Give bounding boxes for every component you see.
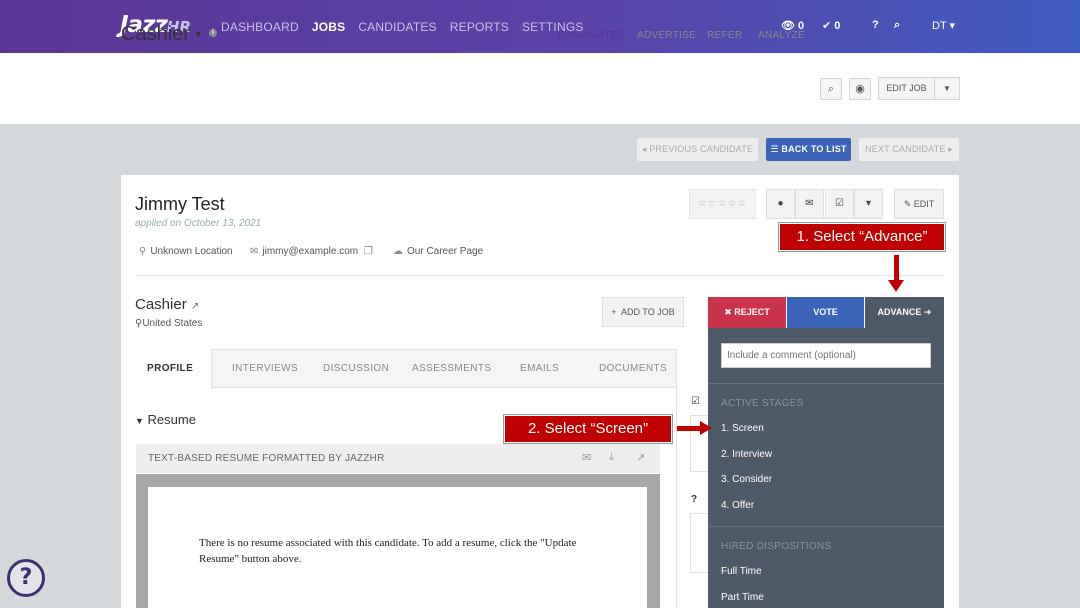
nav-dashboard[interactable]: DASHBOARD <box>221 20 299 34</box>
candidate-location: ⚲ Unknown Location <box>139 246 233 257</box>
caret-down-icon: ▼ <box>943 84 951 93</box>
comment-icon: ● <box>777 198 784 209</box>
plus-icon: + <box>611 307 617 317</box>
tab-profile[interactable]: PROFILE <box>147 363 193 374</box>
divider <box>135 275 944 276</box>
menu-divider <box>708 383 944 384</box>
tasks-indicator[interactable]: ✔ 0 <box>822 19 840 32</box>
applied-job-location: ⚲United States <box>135 318 203 329</box>
back-to-list-button[interactable]: ☰ BACK TO LIST <box>766 138 851 161</box>
nav-reports[interactable]: REPORTS <box>450 20 509 34</box>
external-link-icon[interactable]: ↗ <box>636 451 645 464</box>
stage-screen[interactable]: 1. Screen <box>721 423 764 434</box>
resume-section-toggle[interactable]: ▼ Resume <box>135 412 196 427</box>
tab-job-advertise[interactable]: ADVERTISE <box>637 30 696 41</box>
close-icon: ✖ <box>724 307 732 317</box>
tab-job-candidates[interactable]: CANDIDATES <box>558 30 625 41</box>
tab-interviews[interactable]: INTERVIEWS <box>232 363 298 374</box>
envelope-icon[interactable]: ✉ <box>582 451 591 464</box>
edit-candidate-button[interactable]: ✎ EDIT <box>894 189 944 219</box>
edit-job-button[interactable]: EDIT JOB <box>878 77 935 100</box>
copy-icon[interactable]: ❐ <box>364 246 373 257</box>
question-icon: ? <box>691 494 698 505</box>
envelope-icon: ✉ <box>250 246 259 257</box>
eye-icon: ◉ <box>855 83 865 95</box>
applied-job-name[interactable]: Cashier ↗ <box>135 296 199 313</box>
disposition-full-time[interactable]: Full Time <box>721 566 762 577</box>
map-pin-icon: ⚲ <box>139 246 147 257</box>
menu-divider <box>708 526 944 527</box>
task-button[interactable]: ☑ <box>825 189 854 219</box>
tab-job-analyze[interactable]: ANALYZE <box>758 30 805 41</box>
question-icon: ? <box>19 565 33 590</box>
right-panel-box <box>690 513 710 573</box>
tab-assessments[interactable]: ASSESSMENTS <box>412 363 491 374</box>
envelope-icon: ✉ <box>805 198 814 209</box>
email-button[interactable]: ✉ <box>795 189 824 219</box>
candidate-email[interactable]: ✉ jimmy@example.com ❐ <box>250 246 377 257</box>
job-title-dropdown-icon[interactable]: ▼ <box>194 29 203 39</box>
tab-documents[interactable]: DOCUMENTS <box>599 363 667 374</box>
advance-button[interactable]: ADVANCE ➔ <box>865 297 944 328</box>
stage-interview[interactable]: 2. Interview <box>721 449 772 460</box>
edit-job-dropdown-button[interactable]: ▼ <box>934 77 960 100</box>
nav-candidates[interactable]: CANDIDATES <box>358 20 436 34</box>
comment-input[interactable] <box>721 343 931 368</box>
chevron-right-icon: ▸ <box>948 144 953 154</box>
job-preview-button[interactable]: ◉ <box>849 78 871 100</box>
next-candidate-button[interactable]: NEXT CANDIDATE ▸ <box>859 138 959 161</box>
candidate-name: Jimmy Test <box>135 194 225 214</box>
arrow-right-icon <box>700 421 712 435</box>
arrow-right-icon: ➔ <box>923 307 932 317</box>
reject-button[interactable]: ✖ REJECT <box>708 297 786 328</box>
previous-candidate-button[interactable]: ◂ PREVIOUS CANDIDATE <box>637 138 758 161</box>
chevron-down-icon: ▾ <box>949 20 956 32</box>
list-icon: ☰ <box>770 144 779 154</box>
tab-job-refer[interactable]: REFER <box>707 30 742 41</box>
checkbox-icon: ☑ <box>691 396 700 407</box>
stage-consider[interactable]: 3. Consider <box>721 474 772 485</box>
help-icon[interactable]: ? <box>872 19 879 31</box>
annotation-step-2: 2. Select “Screen” <box>503 414 673 444</box>
stage-offer[interactable]: 4. Offer <box>721 500 754 511</box>
disposition-part-time[interactable]: Part Time <box>721 592 764 603</box>
annotation-arrow-2-shaft <box>677 426 701 431</box>
download-icon[interactable]: ⤓ <box>609 451 614 464</box>
candidate-source: ☁ Our Career Page <box>393 246 484 257</box>
info-icon[interactable]: i <box>209 29 217 37</box>
search-icon: ⌕ <box>827 83 835 95</box>
annotation-step-1: 1. Select “Advance” <box>778 222 946 252</box>
resume-empty-message: There is no resume associated with this … <box>199 537 577 565</box>
tab-emails[interactable]: EMAILS <box>520 363 559 374</box>
more-actions-button[interactable]: ▾ <box>854 189 883 219</box>
vote-button[interactable]: VOTE <box>787 297 864 328</box>
active-stages-heading: ACTIVE STAGES <box>721 398 804 409</box>
check-icon: ✔ <box>822 20 832 32</box>
comment-button[interactable]: ● <box>766 189 795 219</box>
arrow-down-icon <box>888 280 904 292</box>
external-link-icon: ↗ <box>190 301 200 312</box>
cloud-icon: ☁ <box>393 246 403 257</box>
tab-discussion[interactable]: DISCUSSION <box>323 363 389 374</box>
right-panel-border <box>676 349 677 608</box>
rating-stars[interactable]: ☆☆☆☆☆ <box>689 189 756 219</box>
resume-toolbar-label: TEXT-BASED RESUME FORMATTED BY JAZZHR <box>148 453 385 464</box>
help-button[interactable]: ? <box>7 559 45 597</box>
user-menu[interactable]: DT ▾ <box>932 19 955 32</box>
pencil-icon: ✎ <box>903 199 912 209</box>
add-to-job-button[interactable]: + ADD TO JOB <box>602 297 684 327</box>
checkbox-icon: ☑ <box>835 198 844 209</box>
search-icon[interactable]: ⌕ <box>894 19 900 32</box>
job-search-button[interactable]: ⌕ <box>820 78 842 100</box>
job-title[interactable]: Cashier <box>121 23 190 46</box>
applied-date: applied on October 13, 2021 <box>135 218 262 229</box>
chevron-left-icon: ◂ <box>641 144 647 154</box>
annotation-arrow-1-shaft <box>894 255 899 280</box>
hired-dispositions-heading: HIRED DISPOSITIONS <box>721 541 832 552</box>
caret-down-icon: ▾ <box>865 198 872 209</box>
nav-jobs[interactable]: JOBS <box>312 20 345 34</box>
caret-down-icon: ▼ <box>135 416 144 426</box>
main-nav-links: DASHBOARD JOBS CANDIDATES REPORTS SETTIN… <box>221 20 597 34</box>
